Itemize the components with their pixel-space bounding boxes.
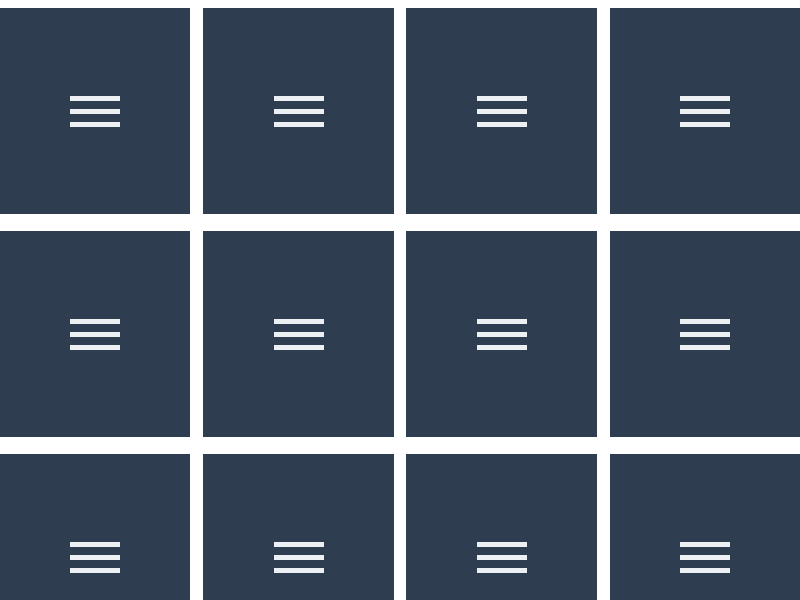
hamburger-menu-icon: [274, 319, 324, 350]
menu-tile[interactable]: [406, 8, 597, 214]
menu-icon-bar: [70, 109, 120, 114]
menu-tile[interactable]: [0, 231, 190, 437]
menu-tile[interactable]: [203, 454, 394, 600]
menu-icon-bar: [680, 319, 730, 324]
menu-icon-bar: [680, 542, 730, 547]
menu-icon-bar: [477, 555, 527, 560]
menu-icon-bar: [274, 555, 324, 560]
hamburger-menu-icon: [70, 96, 120, 127]
menu-icon-bar: [477, 542, 527, 547]
menu-icon-bar: [70, 345, 120, 350]
menu-icon-bar: [70, 555, 120, 560]
menu-tile[interactable]: [0, 454, 190, 600]
hamburger-menu-icon: [477, 96, 527, 127]
menu-tile[interactable]: [203, 8, 394, 214]
menu-icon-bar: [274, 332, 324, 337]
menu-icon-bar: [70, 542, 120, 547]
menu-tile[interactable]: [406, 231, 597, 437]
menu-icon-bar: [477, 96, 527, 101]
menu-tile[interactable]: [0, 8, 190, 214]
menu-icon-bar: [477, 122, 527, 127]
hamburger-menu-icon: [274, 96, 324, 127]
menu-icon-bar: [680, 332, 730, 337]
menu-icon-bar: [274, 542, 324, 547]
hamburger-menu-icon: [680, 319, 730, 350]
menu-icon-bar: [680, 345, 730, 350]
menu-icon-bar: [274, 319, 324, 324]
hamburger-menu-icon: [70, 542, 120, 573]
menu-icon-bar: [477, 319, 527, 324]
hamburger-menu-icon: [680, 542, 730, 573]
menu-icon-bar: [477, 568, 527, 573]
menu-tile[interactable]: [406, 454, 597, 600]
menu-icon-bar: [680, 109, 730, 114]
menu-icon-bar: [274, 345, 324, 350]
menu-icon-bar: [274, 568, 324, 573]
menu-icon-bar: [680, 96, 730, 101]
menu-icon-bar: [70, 319, 120, 324]
menu-icon-bar: [70, 96, 120, 101]
hamburger-menu-icon: [477, 542, 527, 573]
hamburger-menu-icon: [274, 542, 324, 573]
hamburger-menu-icon: [680, 96, 730, 127]
menu-tile[interactable]: [610, 8, 800, 214]
menu-icon-bar: [477, 345, 527, 350]
hamburger-menu-icon: [70, 319, 120, 350]
menu-icon-bar: [680, 122, 730, 127]
menu-icon-bar: [477, 332, 527, 337]
menu-icon-bar: [274, 122, 324, 127]
menu-icon-bar: [274, 96, 324, 101]
menu-tile[interactable]: [203, 231, 394, 437]
menu-icon-bar: [680, 555, 730, 560]
menu-icon-bar: [70, 122, 120, 127]
hamburger-menu-icon: [477, 319, 527, 350]
menu-icon-bar: [477, 109, 527, 114]
menu-tile[interactable]: [610, 231, 800, 437]
tile-grid: [0, 0, 800, 600]
menu-icon-bar: [680, 568, 730, 573]
menu-icon-bar: [274, 109, 324, 114]
menu-icon-bar: [70, 332, 120, 337]
menu-icon-bar: [70, 568, 120, 573]
menu-tile[interactable]: [610, 454, 800, 600]
